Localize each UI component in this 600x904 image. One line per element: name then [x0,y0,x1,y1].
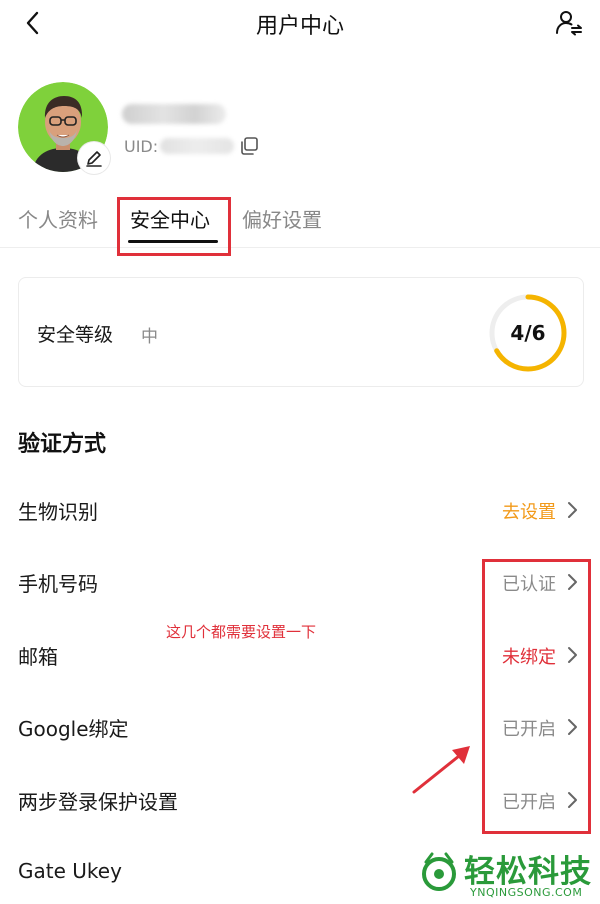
security-score-text: 4/6 [510,321,546,345]
watermark-brand: 轻松科技 [464,854,592,890]
highlight-box-security-tab [117,197,231,256]
top-bar: 用户中心 [0,0,600,48]
page-title: 用户中心 [255,14,344,39]
verify-row-label: Google绑定 [18,717,129,741]
tab-bar: 个人资料 安全中心 偏好设置 [0,196,600,248]
tab-profile[interactable]: 个人资料 [18,204,98,233]
switch-user-button[interactable] [552,6,586,40]
username-redacted [122,104,226,124]
verify-row-label: 手机号码 [18,572,98,596]
uid-row: UID: [124,134,262,158]
uid-value-redacted [160,138,235,154]
highlight-box-status-column [482,559,591,834]
annotation-text: 这几个都需要设置一下 [166,623,317,641]
pencil-icon [86,151,102,167]
security-level-card: 安全等级 中 4/6 [18,277,584,387]
security-level-value: 中 [141,327,158,347]
verify-row-biometric[interactable]: 生物识别 去设置 [0,490,600,530]
verify-row-label: 生物识别 [18,500,98,524]
edit-avatar-button[interactable] [78,142,110,174]
verify-row-label: 邮箱 [18,645,58,669]
user-switch-icon [556,11,582,36]
watermark-logo-icon [422,852,456,891]
verify-row-label: Gate Ukey [18,859,122,883]
annotation-arrow [412,746,470,794]
chevron-right-icon [568,502,577,518]
security-score-ring: 4/6 [487,292,569,374]
watermark-domain: YNQINGSONG.COM [470,886,583,899]
watermark: 轻松科技 YNQINGSONG.COM [400,844,600,904]
copy-uid-button[interactable] [236,133,262,159]
verification-section-title: 验证方式 [18,432,107,457]
verify-row-status: 去设置 [502,502,556,523]
profile-section: UID: [0,78,600,178]
security-level-label: 安全等级 [37,324,114,346]
tab-preferences[interactable]: 偏好设置 [242,204,322,233]
copy-icon [241,137,258,155]
verify-row-label: 两步登录保护设置 [18,790,178,814]
uid-label: UID: [124,136,159,156]
avatar-container [18,82,110,174]
